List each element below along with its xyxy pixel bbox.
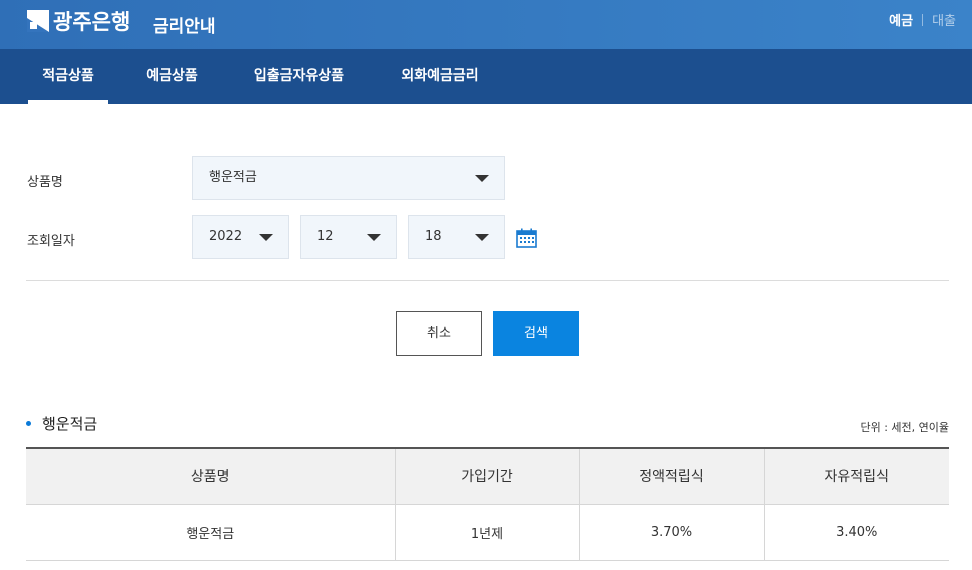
top-header: 광주은행 금리안내 예금 대출	[0, 0, 972, 49]
page-title: 금리안내	[153, 17, 216, 37]
tab-savings[interactable]: 적금상품	[28, 49, 108, 104]
tab-foreign-currency[interactable]: 외화예금금리	[387, 49, 493, 104]
search-button[interactable]: 검색	[493, 311, 579, 356]
cell-product: 행운적금	[26, 504, 395, 561]
cell-term: 1년제	[394, 504, 579, 561]
cell-fixed-rate: 3.70%	[578, 504, 764, 561]
chevron-down-icon	[259, 234, 273, 241]
column-header: 가입기간	[394, 447, 579, 505]
column-header: 상품명	[26, 447, 395, 505]
tab-deposit[interactable]: 예금상품	[134, 49, 210, 104]
chevron-down-icon	[367, 234, 381, 241]
unit-note: 단위 : 세전, 연이율	[860, 421, 949, 434]
category-tabs: 적금상품 예금상품 입출금자유상품 외화예금금리	[0, 49, 972, 104]
cancel-button[interactable]: 취소	[396, 311, 482, 356]
chevron-down-icon	[475, 175, 489, 182]
bullet-icon	[26, 421, 31, 426]
result-title: 행운적금	[42, 415, 98, 433]
loan-link[interactable]: 대출	[932, 10, 956, 29]
month-select[interactable]: 12	[300, 215, 397, 259]
bank-logo[interactable]: 광주은행	[27, 8, 130, 34]
product-type-switch: 예금 대출	[889, 10, 956, 29]
cell-free-rate: 3.40%	[763, 504, 949, 561]
logo-text: 광주은행	[53, 10, 131, 34]
column-header: 정액적립식	[578, 447, 764, 505]
column-header: 자유적립식	[763, 447, 949, 505]
util-divider	[922, 13, 924, 26]
product-label: 상품명	[27, 175, 63, 190]
product-select-value: 행운적금	[209, 170, 257, 185]
product-select[interactable]: 행운적금	[192, 156, 505, 200]
date-label: 조회일자	[27, 234, 75, 249]
rate-table: 상품명 가입기간 정액적립식 자유적립식 행운적금 1년제 3.70% 3.40…	[26, 447, 949, 561]
table-header-row: 상품명 가입기간 정액적립식 자유적립식	[26, 447, 949, 505]
calendar-icon[interactable]	[516, 228, 537, 248]
chevron-down-icon	[475, 234, 489, 241]
tab-demand-deposit[interactable]: 입출금자유상품	[240, 49, 358, 104]
month-select-value: 12	[317, 229, 334, 244]
year-select[interactable]: 2022	[192, 215, 289, 259]
deposit-link[interactable]: 예금	[889, 10, 913, 29]
day-select[interactable]: 18	[408, 215, 505, 259]
year-select-value: 2022	[209, 229, 243, 244]
form-divider	[26, 280, 949, 281]
day-select-value: 18	[425, 229, 442, 244]
logo-icon	[27, 10, 49, 32]
table-row: 행운적금 1년제 3.70% 3.40%	[26, 504, 949, 561]
